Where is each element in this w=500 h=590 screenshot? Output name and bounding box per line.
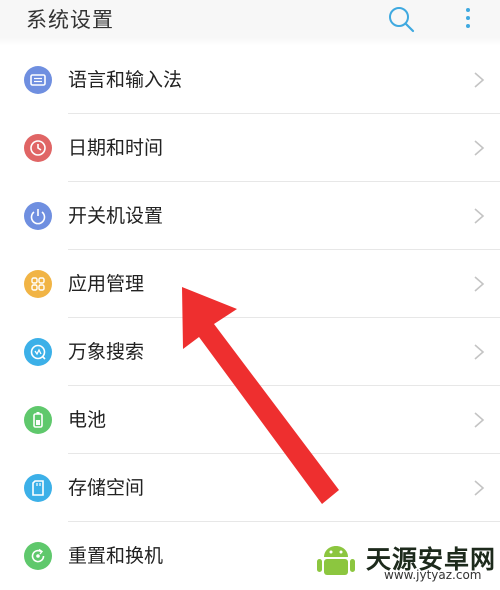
battery-icon: [24, 406, 52, 434]
settings-list: 语言和输入法 日期和时间 开关机设置 应用管理 万象搜索 电池 存储空间 重置和…: [0, 46, 500, 590]
settings-item-label: 开关机设置: [68, 205, 164, 227]
chevron-right-icon: [474, 72, 485, 88]
settings-item-label: 日期和时间: [68, 137, 164, 159]
chevron-right-icon: [474, 344, 485, 360]
search-q-icon: [24, 338, 52, 366]
settings-item-label: 存储空间: [68, 477, 145, 499]
settings-item-label: 电池: [68, 409, 107, 431]
more-vertical-icon[interactable]: [462, 5, 474, 33]
chevron-right-icon: [474, 208, 485, 224]
settings-item-global-search[interactable]: 万象搜索: [0, 318, 500, 386]
power-icon: [24, 202, 52, 230]
android-logo-icon: [317, 546, 355, 575]
settings-item-language-input[interactable]: 语言和输入法: [0, 46, 500, 114]
watermark: 天源安卓网 www.jytyaz.com: [300, 538, 500, 587]
settings-item-power-schedule[interactable]: 开关机设置: [0, 182, 500, 250]
reset-icon: [24, 542, 52, 570]
settings-item-storage[interactable]: 存储空间: [0, 454, 500, 522]
top-bar: 系统设置: [0, 0, 500, 38]
chevron-right-icon: [474, 480, 485, 496]
page-title: 系统设置: [26, 8, 114, 32]
chevron-right-icon: [474, 140, 485, 156]
search-icon[interactable]: [386, 4, 416, 34]
settings-item-battery[interactable]: 电池: [0, 386, 500, 454]
sd-card-icon: [24, 474, 52, 502]
settings-item-label: 应用管理: [68, 273, 145, 295]
apps-grid-icon: [24, 270, 52, 298]
settings-item-label: 语言和输入法: [68, 69, 183, 91]
settings-item-label: 重置和换机: [68, 545, 164, 567]
chevron-right-icon: [474, 276, 485, 292]
clock-icon: [24, 134, 52, 162]
settings-item-label: 万象搜索: [68, 341, 145, 363]
keyboard-icon: [24, 66, 52, 94]
settings-item-date-time[interactable]: 日期和时间: [0, 114, 500, 182]
header-divider: [0, 38, 500, 46]
chevron-right-icon: [474, 412, 485, 428]
watermark-url: www.jytyaz.com: [384, 568, 482, 582]
settings-item-app-management[interactable]: 应用管理: [0, 250, 500, 318]
